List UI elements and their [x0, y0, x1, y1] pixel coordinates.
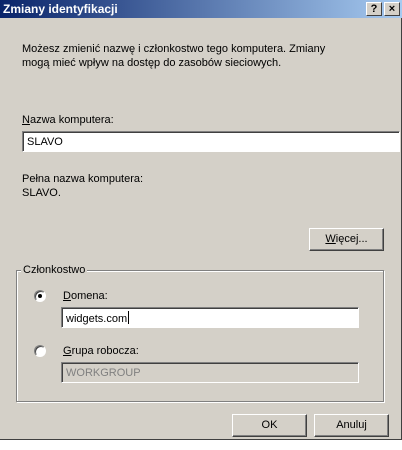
full-name-value: SLAVO. — [22, 187, 61, 199]
domain-label-accel: D — [63, 290, 71, 302]
description-line-2: mogą mieć wpływ na dostęp do zasobów sie… — [22, 57, 282, 69]
workgroup-label-accel: G — [63, 345, 72, 357]
domain-radio[interactable] — [34, 290, 46, 302]
full-name-label: Pełna nazwa komputera: — [22, 173, 144, 185]
help-button[interactable]: ? — [366, 2, 382, 16]
computer-name-label-accel: N — [22, 114, 30, 126]
title-bar[interactable]: Zmiany identyfikacji ? × — [0, 0, 402, 18]
more-button[interactable]: Więcej... — [309, 228, 384, 251]
computer-name-label: Nazwa komputera: — [22, 113, 114, 127]
more-button-rest: ięcej... — [335, 233, 368, 245]
description-line-1: Możesz zmienić nazwę i członkostwo tego … — [22, 43, 326, 55]
workgroup-radio[interactable] — [34, 345, 46, 357]
domain-input[interactable]: widgets.com — [61, 307, 359, 328]
workgroup-input[interactable]: WORKGROUP — [61, 362, 359, 383]
domain-label[interactable]: Domena: — [63, 289, 108, 303]
computer-name-label-rest: azwa komputera: — [29, 114, 114, 126]
cancel-button[interactable]: Anuluj — [314, 414, 389, 437]
domain-radio-dot — [38, 294, 42, 298]
more-button-accel: W — [325, 233, 336, 245]
ok-button[interactable]: OK — [232, 414, 307, 437]
membership-group-label: Członkostwo — [21, 263, 88, 277]
identification-changes-dialog: Zmiany identyfikacji ? × Możesz zmienić … — [0, 0, 402, 440]
domain-input-value: widgets.com — [66, 313, 128, 325]
workgroup-label-rest: rupa robocza: — [71, 345, 139, 357]
domain-label-rest: omena: — [70, 290, 108, 302]
dialog-title: Zmiany identyfikacji — [3, 2, 118, 16]
close-button[interactable]: × — [384, 2, 400, 16]
computer-name-input[interactable]: SLAVO — [22, 131, 400, 152]
workgroup-label[interactable]: Grupa robocza: — [63, 344, 139, 358]
text-caret — [128, 311, 130, 324]
